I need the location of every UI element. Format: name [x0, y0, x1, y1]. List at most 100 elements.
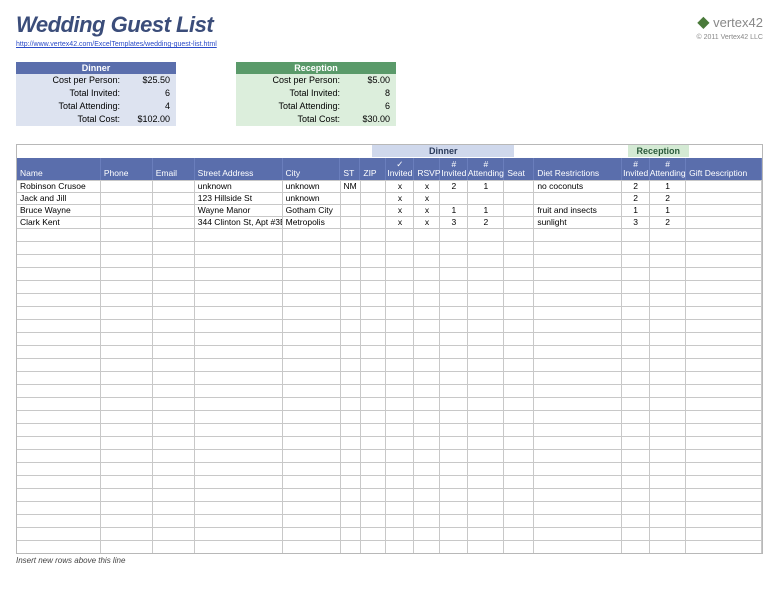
cell-empty[interactable] — [386, 463, 414, 475]
cell-empty[interactable] — [17, 541, 101, 553]
cell-empty[interactable] — [386, 359, 414, 371]
col-city[interactable]: City — [283, 158, 341, 180]
cell-zip[interactable] — [361, 181, 387, 192]
cell-empty[interactable] — [534, 541, 622, 553]
cell-empty[interactable] — [17, 528, 101, 540]
cell-empty[interactable] — [17, 424, 101, 436]
cell-empty[interactable] — [622, 255, 650, 267]
cell-empty[interactable] — [341, 489, 361, 501]
cell-empty[interactable] — [101, 424, 153, 436]
cell-empty[interactable] — [386, 411, 414, 423]
cell-empty[interactable] — [195, 359, 283, 371]
cell-empty[interactable] — [341, 229, 361, 241]
cell-empty[interactable] — [622, 346, 650, 358]
cell-empty[interactable] — [534, 281, 622, 293]
cell-empty[interactable] — [534, 411, 622, 423]
cell-empty[interactable] — [622, 463, 650, 475]
cell-empty[interactable] — [504, 437, 534, 449]
table-row-empty[interactable] — [17, 371, 762, 384]
cell-empty[interactable] — [650, 359, 686, 371]
cell-empty[interactable] — [283, 515, 341, 527]
cell-city[interactable]: unknown — [283, 181, 341, 192]
cell-empty[interactable] — [341, 398, 361, 410]
col-email[interactable]: Email — [153, 158, 195, 180]
cell-empty[interactable] — [361, 489, 387, 501]
cell-empty[interactable] — [622, 515, 650, 527]
cell-empty[interactable] — [440, 424, 468, 436]
cell-empty[interactable] — [386, 320, 414, 332]
cell-empty[interactable] — [440, 450, 468, 462]
cell-email[interactable] — [153, 181, 195, 192]
cell-rsvp[interactable]: x — [414, 217, 440, 228]
table-row-empty[interactable] — [17, 358, 762, 371]
cell-empty[interactable] — [414, 502, 440, 514]
cell-empty[interactable] — [17, 463, 101, 475]
cell-empty[interactable] — [504, 281, 534, 293]
cell-empty[interactable] — [504, 476, 534, 488]
cell-name[interactable]: Clark Kent — [17, 217, 101, 228]
cell-empty[interactable] — [650, 385, 686, 397]
cell-empty[interactable] — [195, 489, 283, 501]
table-row-empty[interactable] — [17, 319, 762, 332]
cell-empty[interactable] — [195, 502, 283, 514]
col-address[interactable]: Street Address — [195, 158, 283, 180]
cell-empty[interactable] — [153, 242, 195, 254]
cell-zip[interactable] — [361, 205, 387, 216]
cell-empty[interactable] — [153, 515, 195, 527]
cell-empty[interactable] — [622, 476, 650, 488]
cell-empty[interactable] — [101, 541, 153, 553]
cell-empty[interactable] — [534, 398, 622, 410]
cell-empty[interactable] — [17, 281, 101, 293]
cell-empty[interactable] — [622, 372, 650, 384]
col-seat[interactable]: Seat — [504, 158, 534, 180]
cell-empty[interactable] — [534, 424, 622, 436]
cell-empty[interactable] — [361, 268, 387, 280]
cell-empty[interactable] — [386, 502, 414, 514]
cell-empty[interactable] — [361, 528, 387, 540]
cell-empty[interactable] — [414, 424, 440, 436]
table-row[interactable]: Bruce WayneWayne ManorGotham Cityxx11fru… — [17, 204, 762, 216]
cell-empty[interactable] — [468, 229, 504, 241]
cell-empty[interactable] — [414, 541, 440, 553]
table-row-empty[interactable] — [17, 293, 762, 306]
cell-empty[interactable] — [17, 229, 101, 241]
cell-empty[interactable] — [686, 281, 762, 293]
cell-empty[interactable] — [440, 437, 468, 449]
cell-empty[interactable] — [341, 268, 361, 280]
cell-empty[interactable] — [195, 372, 283, 384]
cell-empty[interactable] — [283, 281, 341, 293]
cell-empty[interactable] — [153, 320, 195, 332]
cell-empty[interactable] — [195, 307, 283, 319]
cell-gift[interactable] — [686, 205, 762, 216]
cell-gift[interactable] — [686, 193, 762, 204]
cell-addr[interactable]: 344 Clinton St, Apt #3B — [195, 217, 283, 228]
cell-empty[interactable] — [195, 242, 283, 254]
cell-empty[interactable] — [650, 424, 686, 436]
cell-rinv[interactable]: 2 — [622, 181, 650, 192]
cell-empty[interactable] — [361, 450, 387, 462]
cell-empty[interactable] — [534, 255, 622, 267]
cell-empty[interactable] — [440, 229, 468, 241]
cell-empty[interactable] — [153, 294, 195, 306]
cell-empty[interactable] — [440, 242, 468, 254]
cell-empty[interactable] — [504, 528, 534, 540]
cell-empty[interactable] — [17, 307, 101, 319]
cell-empty[interactable] — [650, 398, 686, 410]
cell-empty[interactable] — [534, 229, 622, 241]
cell-empty[interactable] — [195, 463, 283, 475]
cell-empty[interactable] — [504, 294, 534, 306]
cell-empty[interactable] — [17, 255, 101, 267]
cell-empty[interactable] — [686, 541, 762, 553]
cell-diet[interactable]: no coconuts — [534, 181, 622, 192]
cell-empty[interactable] — [341, 437, 361, 449]
cell-empty[interactable] — [650, 281, 686, 293]
cell-rinv[interactable]: 2 — [622, 193, 650, 204]
cell-empty[interactable] — [414, 229, 440, 241]
table-row-empty[interactable] — [17, 449, 762, 462]
cell-empty[interactable] — [534, 333, 622, 345]
cell-empty[interactable] — [386, 515, 414, 527]
cell-empty[interactable] — [468, 450, 504, 462]
cell-inv[interactable]: x — [386, 217, 414, 228]
cell-empty[interactable] — [195, 255, 283, 267]
cell-empty[interactable] — [341, 255, 361, 267]
